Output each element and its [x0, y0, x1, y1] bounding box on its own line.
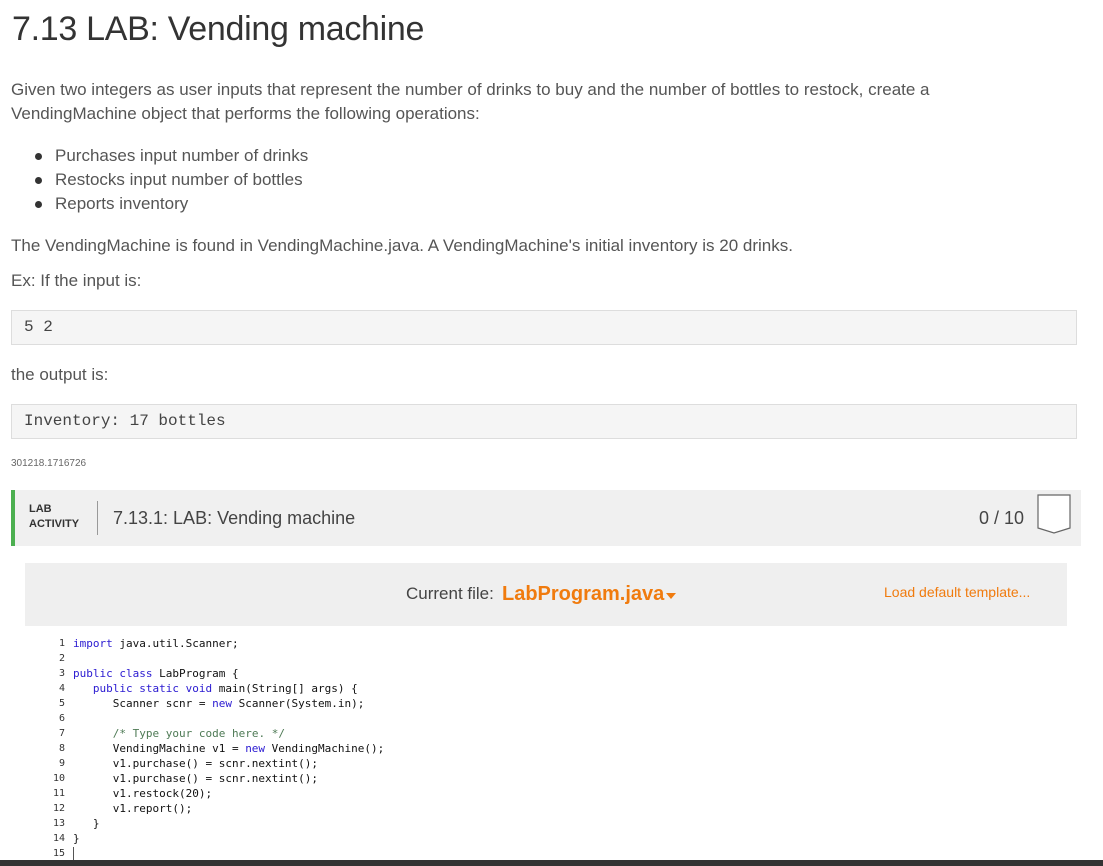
output-example: Inventory: 17 bottles: [11, 404, 1077, 439]
code-line[interactable]: }: [73, 831, 384, 846]
code-line[interactable]: /* Type your code here. */: [73, 726, 384, 741]
line-number: 15: [52, 848, 65, 859]
line-number: 4: [58, 683, 65, 694]
code-line[interactable]: public class LabProgram {: [73, 666, 384, 681]
line-number: 10: [52, 773, 65, 784]
found-text: The VendingMachine is found in VendingMa…: [11, 236, 793, 255]
code-line[interactable]: [73, 711, 384, 726]
bottom-bar: [0, 860, 1103, 866]
code-line[interactable]: public static void main(String[] args) {: [73, 681, 384, 696]
code-line[interactable]: Scanner scnr = new Scanner(System.in);: [73, 696, 384, 711]
page-title: 7.13 LAB: Vending machine: [12, 10, 425, 48]
code-line[interactable]: import java.util.Scanner;: [73, 636, 384, 651]
score: 0 / 10: [979, 508, 1025, 528]
line-number: 11: [52, 788, 65, 799]
line-number: 1: [58, 638, 65, 649]
list-item: Reports inventory: [30, 192, 308, 216]
code-line[interactable]: [73, 651, 384, 666]
lab-tag-line2: ACTIVITY: [29, 518, 80, 530]
line-number: 5: [58, 698, 65, 709]
load-default-template-link[interactable]: Load default template...: [884, 584, 1030, 600]
text-cursor: [73, 847, 74, 860]
code-line[interactable]: v1.report();: [73, 801, 384, 816]
input-example: 5 2: [11, 310, 1077, 345]
intro-text: Given two integers as user inputs that r…: [11, 80, 930, 123]
list-item: Restocks input number of bottles: [30, 168, 308, 192]
code-content[interactable]: import java.util.Scanner; public class L…: [73, 636, 384, 861]
line-number: 3: [58, 668, 65, 679]
current-file-dropdown[interactable]: LabProgram.java: [502, 583, 664, 606]
chevron-down-icon[interactable]: [666, 593, 676, 599]
current-file-label: Current file:: [406, 584, 494, 603]
divider: [97, 501, 98, 535]
output-label: the output is:: [11, 365, 109, 384]
line-number: 6: [58, 713, 65, 724]
code-line[interactable]: v1.purchase() = scnr.nextint();: [73, 756, 384, 771]
code-line[interactable]: v1.restock(20);: [73, 786, 384, 801]
line-number: 8: [58, 743, 65, 754]
code-line[interactable]: v1.purchase() = scnr.nextint();: [73, 771, 384, 786]
lab-title: 7.13.1: LAB: Vending machine: [113, 508, 356, 528]
line-number: 2: [58, 653, 65, 664]
completion-badge-icon: [1037, 494, 1071, 534]
line-number: 14: [52, 833, 65, 844]
line-number: 9: [58, 758, 65, 769]
lab-activity-tag: LAB ACTIVITY: [29, 502, 79, 532]
code-line[interactable]: }: [73, 816, 384, 831]
line-number: 12: [52, 803, 65, 814]
line-number-gutter: 1 2 3 4 5 6 7 8 9 10 11 12 13 14 15: [25, 636, 65, 861]
content-id: 301218.1716726: [11, 458, 87, 469]
code-line[interactable]: [73, 846, 384, 861]
list-item: Purchases input number of drinks: [30, 144, 308, 168]
operations-list: Purchases input number of drinks Restock…: [30, 144, 308, 216]
lab-tag-line1: LAB: [29, 503, 52, 515]
example-text: Ex: If the input is:: [11, 271, 142, 290]
code-line[interactable]: VendingMachine v1 = new VendingMachine()…: [73, 741, 385, 756]
lab-activity-header: LAB ACTIVITY 7.13.1: LAB: Vending machin…: [11, 490, 1081, 546]
line-number: 13: [52, 818, 65, 829]
line-number: 7: [58, 728, 65, 739]
